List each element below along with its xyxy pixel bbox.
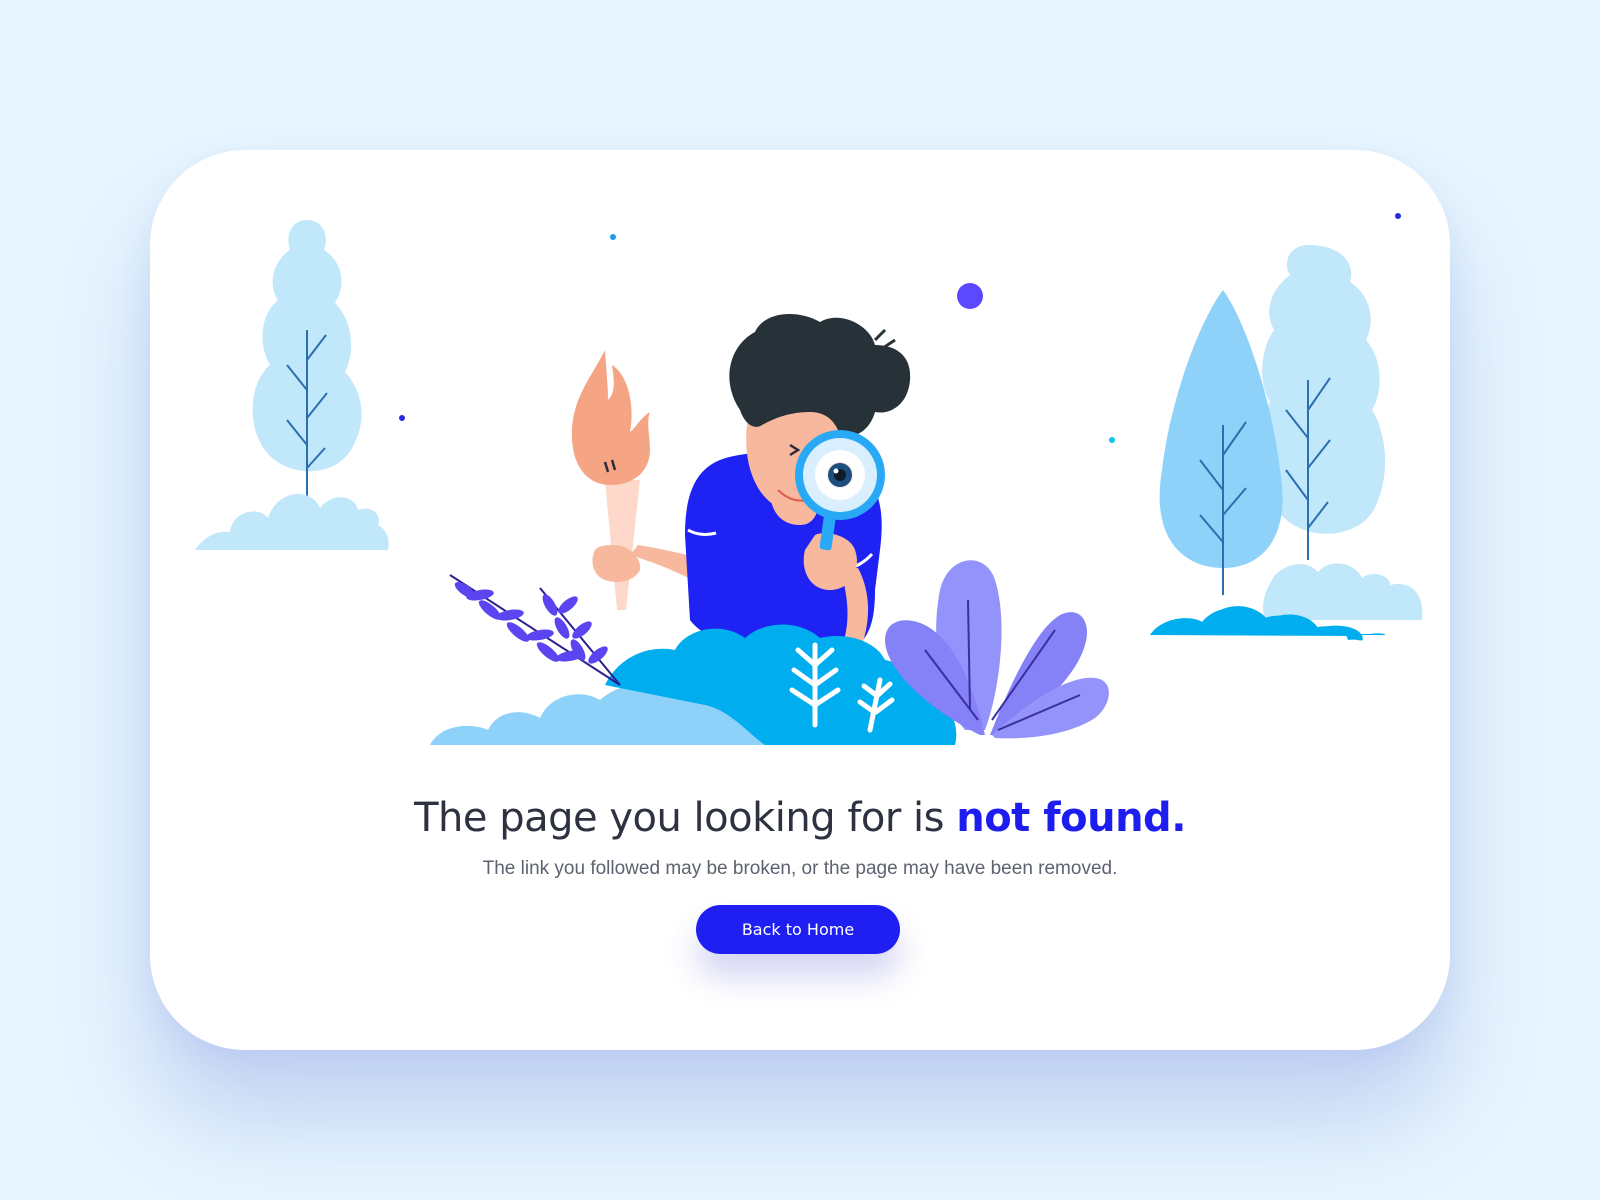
decor-dot xyxy=(399,415,405,421)
decor-dot xyxy=(610,234,616,240)
page-background: The page you looking for is not found. T… xyxy=(0,0,1600,1200)
back-to-home-button[interactable]: Back to Home xyxy=(696,905,900,954)
bush-icon xyxy=(195,494,389,550)
leaf-icon xyxy=(449,574,621,686)
decor-planet xyxy=(957,283,983,309)
error-card: The page you looking for is not found. T… xyxy=(150,150,1450,1050)
tree-icon xyxy=(1159,290,1283,595)
page-title-main: The page you looking for is xyxy=(414,795,957,841)
page-title: The page you looking for is not found. xyxy=(150,795,1450,841)
hand xyxy=(592,545,641,582)
bush-icon xyxy=(1263,563,1423,620)
decor-dot xyxy=(1109,437,1115,443)
error-description: The link you followed may be broken, or … xyxy=(482,858,1118,879)
decor-dot xyxy=(1395,213,1401,219)
tree-icon xyxy=(252,220,362,505)
page-title-accent: not found. xyxy=(956,795,1186,841)
